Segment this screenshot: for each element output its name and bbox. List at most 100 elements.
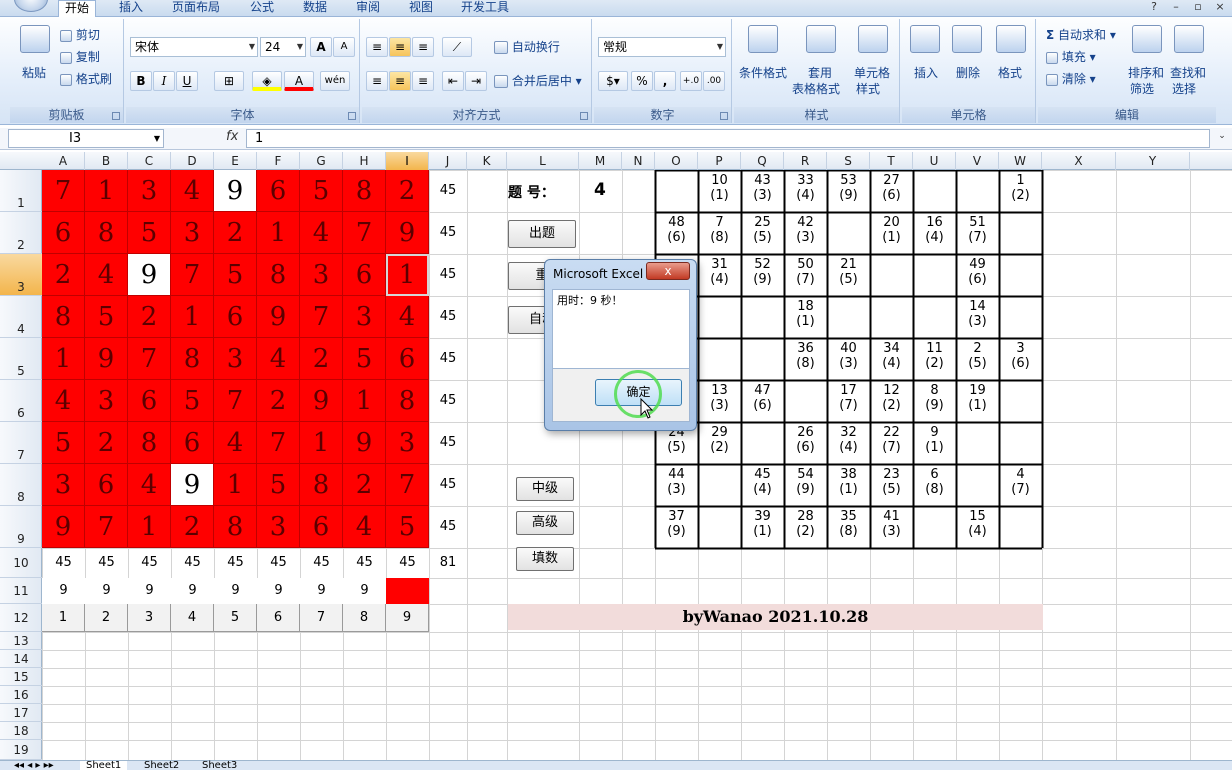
sudoku-cell[interactable]: 3 xyxy=(257,506,300,548)
count-cell[interactable]: 9 xyxy=(171,578,214,604)
row-sum-cell[interactable]: 45 xyxy=(429,212,467,254)
sudoku-cell[interactable]: 4 xyxy=(171,170,214,212)
align-right-button[interactable]: ≡ xyxy=(412,71,434,91)
puzzle-cell[interactable]: 51 (7) xyxy=(956,212,999,254)
puzzle-cell[interactable]: 14 (3) xyxy=(956,296,999,338)
puzzle-cell[interactable]: 31 (4) xyxy=(698,254,741,296)
puzzle-cell[interactable]: 34 (4) xyxy=(870,338,913,380)
col-sum-cell[interactable]: 45 xyxy=(343,548,386,578)
sudoku-cell[interactable]: 7 xyxy=(42,170,85,212)
align-left-button[interactable]: ≡ xyxy=(366,71,388,91)
align-center-button[interactable]: ≡ xyxy=(389,71,411,91)
sudoku-cell[interactable]: 5 xyxy=(85,296,128,338)
sudoku-cell[interactable]: 6 xyxy=(171,422,214,464)
puzzle-cell[interactable]: 26 (6) xyxy=(784,422,827,464)
sudoku-cell[interactable]: 9 xyxy=(85,338,128,380)
count-cell[interactable]: 9 xyxy=(257,578,300,604)
count-cell[interactable]: 9 xyxy=(343,578,386,604)
row-header-2[interactable]: 2 xyxy=(0,212,42,254)
column-header-G[interactable]: G xyxy=(300,152,343,170)
column-header-N[interactable]: N xyxy=(622,152,655,170)
puzzle-cell[interactable]: 38 (1) xyxy=(827,464,870,506)
table-format-icon[interactable] xyxy=(806,25,836,53)
tab-formulas[interactable]: 公式 xyxy=(244,0,280,17)
sudoku-cell[interactable]: 8 xyxy=(386,380,429,422)
help-icon[interactable]: ? xyxy=(1146,0,1162,16)
col-sum-cell[interactable]: 45 xyxy=(128,548,171,578)
row-header-18[interactable]: 18 xyxy=(0,722,42,740)
puzzle-cell[interactable]: 43 (3) xyxy=(741,170,784,212)
restore-icon[interactable]: ▫ xyxy=(1190,0,1206,16)
puzzle-cell[interactable]: 6 (8) xyxy=(913,464,956,506)
alignment-launcher-icon[interactable] xyxy=(580,112,588,120)
sudoku-cell[interactable]: 7 xyxy=(257,422,300,464)
sudoku-cell[interactable]: 1 xyxy=(300,422,343,464)
italic-button[interactable]: I xyxy=(153,71,175,91)
advanced-level-button[interactable]: 高级 xyxy=(516,511,574,535)
insert-cells-icon[interactable] xyxy=(910,25,940,53)
sort-filter-line1[interactable]: 排序和 xyxy=(1128,65,1164,81)
puzzle-cell[interactable]: 40 (3) xyxy=(827,338,870,380)
sudoku-cell[interactable]: 9 xyxy=(42,506,85,548)
sudoku-cell[interactable]: 2 xyxy=(85,422,128,464)
puzzle-cell[interactable]: 48 (6) xyxy=(655,212,698,254)
digit-cell[interactable]: 5 xyxy=(214,604,257,632)
sudoku-cell[interactable]: 6 xyxy=(300,506,343,548)
row-header-3[interactable]: 3 xyxy=(0,254,42,296)
font-color-button[interactable]: A xyxy=(284,71,314,91)
tab-page-layout[interactable]: 页面布局 xyxy=(166,0,226,17)
row-header-15[interactable]: 15 xyxy=(0,668,42,686)
sudoku-cell[interactable]: 1 xyxy=(171,296,214,338)
font-launcher-icon[interactable] xyxy=(348,112,356,120)
wrap-text-button[interactable]: 自动换行 xyxy=(494,39,560,55)
sudoku-cell[interactable]: 4 xyxy=(343,506,386,548)
column-header-A[interactable]: A xyxy=(42,152,85,170)
sudoku-cell[interactable]: 3 xyxy=(128,170,171,212)
phonetic-button[interactable]: wén xyxy=(320,71,350,91)
sudoku-cell[interactable]: 5 xyxy=(171,380,214,422)
tab-nav-icon[interactable]: ◂◂ ◂ ▸ ▸▸ xyxy=(14,761,54,770)
sudoku-cell[interactable]: 5 xyxy=(214,254,257,296)
underline-button[interactable]: U xyxy=(176,71,198,91)
decrease-indent-button[interactable]: ⇤ xyxy=(442,71,464,91)
sudoku-cell[interactable]: 5 xyxy=(386,506,429,548)
puzzle-cell[interactable]: 8 (9) xyxy=(913,380,956,422)
sudoku-cell[interactable]: 6 xyxy=(214,296,257,338)
sudoku-cell[interactable]: 4 xyxy=(42,380,85,422)
delete-cells-button[interactable]: 删除 xyxy=(956,65,980,81)
column-header-H[interactable]: H xyxy=(343,152,386,170)
sudoku-cell[interactable]: 5 xyxy=(128,212,171,254)
column-header-W[interactable]: W xyxy=(999,152,1042,170)
puzzle-cell[interactable]: 3 (6) xyxy=(999,338,1042,380)
paste-icon[interactable] xyxy=(20,25,50,53)
sudoku-cell[interactable]: 5 xyxy=(42,422,85,464)
tab-review[interactable]: 审阅 xyxy=(350,0,386,17)
sudoku-cell[interactable]: 7 xyxy=(171,254,214,296)
tab-view[interactable]: 视图 xyxy=(403,0,439,17)
sort-filter-icon[interactable] xyxy=(1132,25,1162,53)
sudoku-cell[interactable]: 9 xyxy=(257,296,300,338)
count-cell[interactable]: 9 xyxy=(85,578,128,604)
sheet-tab-2[interactable]: Sheet2 xyxy=(138,761,185,770)
row-header-4[interactable]: 4 xyxy=(0,296,42,338)
column-header-F[interactable]: F xyxy=(257,152,300,170)
puzzle-cell[interactable]: 18 (1) xyxy=(784,296,827,338)
col-sum-cell[interactable]: 45 xyxy=(171,548,214,578)
sudoku-cell[interactable]: 8 xyxy=(171,338,214,380)
row-header-17[interactable]: 17 xyxy=(0,704,42,722)
column-header-S[interactable]: S xyxy=(827,152,870,170)
sudoku-cell[interactable]: 5 xyxy=(300,170,343,212)
sudoku-cell[interactable]: 7 xyxy=(386,464,429,506)
sudoku-cell[interactable]: 7 xyxy=(128,338,171,380)
sudoku-cell[interactable]: 5 xyxy=(257,464,300,506)
sudoku-cell[interactable]: 4 xyxy=(214,422,257,464)
align-middle-button[interactable]: ≡ xyxy=(389,37,411,57)
puzzle-cell[interactable]: 20 (1) xyxy=(870,212,913,254)
column-header-C[interactable]: C xyxy=(128,152,171,170)
puzzle-cell[interactable]: 42 (3) xyxy=(784,212,827,254)
copy-button[interactable]: 复制 xyxy=(60,49,100,65)
sudoku-cell[interactable]: 8 xyxy=(257,254,300,296)
sudoku-cell[interactable]: 2 xyxy=(128,296,171,338)
decrease-decimal-button[interactable]: .00 xyxy=(703,71,725,91)
sudoku-cell[interactable]: 8 xyxy=(214,506,257,548)
